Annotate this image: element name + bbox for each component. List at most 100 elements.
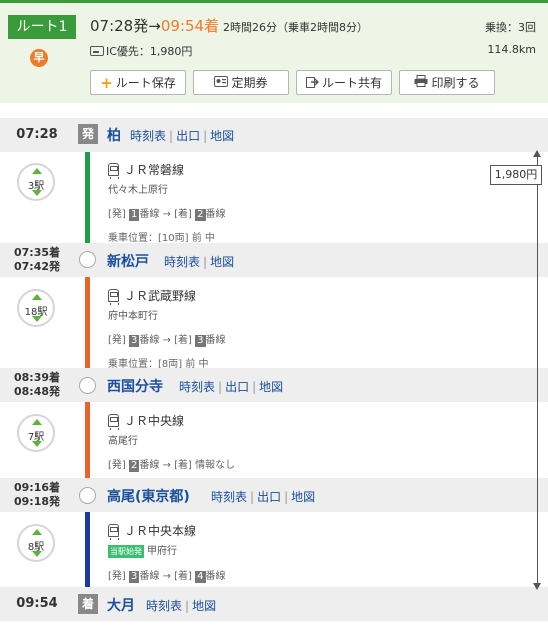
timetable-link[interactable]: 時刻表	[130, 129, 166, 143]
link-separator: |	[185, 599, 190, 613]
transfer-node	[79, 487, 96, 504]
dep-label: [発]	[108, 209, 126, 220]
ic-card-icon	[90, 46, 104, 56]
expand-down-icon	[32, 316, 42, 322]
dep-platform: 2	[129, 460, 140, 472]
train-icon	[108, 524, 119, 540]
segment-info: ＪＲ武蔵野線 府中本町行 [発] 3 番線 → [着] 3 番線 乗車位置：[8両]…	[108, 287, 226, 370]
exit-link[interactable]: 出口	[176, 129, 200, 143]
link-separator: |	[250, 490, 255, 504]
station-name[interactable]: 大月	[107, 595, 135, 615]
stop-count-toggle[interactable]: 8駅	[17, 524, 55, 562]
arr-label: [着]	[174, 209, 192, 220]
arr-platform: 3	[195, 335, 206, 347]
save-route-button[interactable]: + ルート保存	[90, 70, 186, 95]
station-links: 時刻表 | 出口 | 地図	[211, 488, 315, 505]
station-name[interactable]: 高尾(東京都)	[107, 486, 190, 506]
platform-suffix: 番線	[205, 335, 226, 346]
arrival-time: 07:35着	[13, 246, 60, 259]
platform-suffix: 番線	[139, 571, 160, 582]
share-icon	[305, 75, 319, 91]
timetable-link[interactable]: 時刻表	[211, 490, 247, 504]
transfer-node	[79, 251, 96, 268]
destination: 当駅始発 甲府行	[108, 542, 226, 558]
expand-down-icon	[32, 551, 42, 557]
arr-platform: 4	[195, 571, 206, 583]
expand-up-icon	[32, 168, 42, 174]
destination: 府中本町行	[108, 311, 158, 322]
share-route-button[interactable]: ルート共有	[296, 70, 392, 95]
stop-count-toggle[interactable]: 7駅	[17, 414, 55, 452]
arr-platform: 2	[195, 209, 206, 221]
destination: 高尾行	[108, 436, 138, 447]
departure-time: 07:28	[16, 127, 58, 142]
departure-time: 09:18発	[13, 495, 60, 508]
route-summary-header: ルート1 早 07:28発→09:54着 2時間26分（乗車2時間8分） 乗換：3…	[0, 0, 548, 103]
platform-info: [発] 2 番線 → [着] 情報なし	[108, 460, 236, 472]
platform-unknown: 情報なし	[195, 460, 236, 471]
station-links: 時刻表 | 出口 | 地図	[130, 127, 234, 144]
dep-label: [発]	[108, 335, 126, 346]
platform-info: [発] 1 番線 → [着] 2 番線	[108, 209, 226, 221]
station-name[interactable]: 西国分寺	[107, 376, 163, 396]
exit-link[interactable]: 出口	[225, 380, 249, 394]
dep-platform: 3	[129, 335, 140, 347]
save-route-label: ルート保存	[115, 76, 176, 90]
segment-info: ＪＲ常磐線 代々木上原行 [発] 1 番線 → [着] 2 番線 乗車位置：[10両…	[108, 161, 226, 244]
plus-icon: +	[100, 73, 113, 92]
link-separator: |	[284, 490, 289, 504]
transfer-count: 乗換：3回	[485, 21, 536, 34]
arr-label: [着]	[174, 335, 192, 346]
duration: 2時間26分（乗車2時間8分）	[223, 21, 369, 34]
platform-info: [発] 3 番線 → [着] 3 番線	[108, 335, 226, 347]
arr-label: [着]	[174, 460, 192, 471]
arrival-time: 09:16着	[13, 481, 60, 494]
train-icon	[108, 163, 119, 179]
station-time: 09:54	[8, 596, 66, 612]
arrival-time: 08:39着	[13, 371, 60, 384]
distance: 114.8km	[487, 43, 536, 56]
stop-count-toggle[interactable]: 18駅	[17, 289, 55, 327]
timetable-link[interactable]: 時刻表	[164, 255, 200, 269]
link-separator: |	[218, 380, 223, 394]
station-name[interactable]: 新松戸	[107, 251, 149, 271]
platform-suffix: 番線	[139, 460, 160, 471]
fare-range-down-arrow-icon	[533, 583, 541, 590]
transfer-node	[79, 377, 96, 394]
expand-up-icon	[32, 294, 42, 300]
timetable-link[interactable]: 時刻表	[179, 380, 215, 394]
arr-label: [着]	[174, 571, 192, 582]
exit-link[interactable]: 出口	[257, 490, 281, 504]
platform-suffix: 番線	[205, 209, 226, 220]
map-link[interactable]: 地図	[210, 255, 234, 269]
link-separator: |	[252, 380, 257, 394]
map-link[interactable]: 地図	[259, 380, 283, 394]
line-name: ＪＲ中央線	[124, 414, 185, 428]
expand-down-icon	[32, 441, 42, 447]
station-time: 07:28	[8, 127, 66, 143]
print-button[interactable]: 印刷する	[399, 70, 495, 95]
map-link[interactable]: 地図	[291, 490, 315, 504]
dep-platform: 1	[129, 209, 140, 221]
first-train-badge: 当駅始発	[108, 545, 144, 558]
expand-down-icon	[32, 190, 42, 196]
line-name: ＪＲ武蔵野線	[124, 289, 197, 303]
commuter-pass-button[interactable]: 定期券	[193, 70, 289, 95]
map-link[interactable]: 地図	[210, 129, 234, 143]
stop-count-toggle[interactable]: 3駅	[17, 163, 55, 201]
ic-fare-text: IC優先：1,980円	[106, 45, 193, 58]
line-name: ＪＲ常磐線	[124, 163, 185, 177]
map-link[interactable]: 地図	[192, 599, 216, 613]
segment-info: ＪＲ中央線 高尾行 [発] 2 番線 → [着] 情報なし	[108, 412, 235, 472]
arrival-time: 09:54	[16, 596, 58, 611]
destination-text: 甲府行	[147, 546, 177, 557]
pass-card-icon	[214, 75, 229, 90]
timetable-link[interactable]: 時刻表	[146, 599, 182, 613]
departure-time: 08:48発	[13, 385, 60, 398]
joban-line-bar	[85, 144, 90, 254]
segment-info: ＪＲ中央本線 当駅始発 甲府行 [発] 3 番線 → [着] 4 番線	[108, 522, 226, 583]
dep-label: [発]	[108, 571, 126, 582]
station-name[interactable]: 柏	[107, 125, 121, 145]
station-time: 08:39着 08:48発	[8, 371, 66, 399]
expand-up-icon	[32, 529, 42, 535]
